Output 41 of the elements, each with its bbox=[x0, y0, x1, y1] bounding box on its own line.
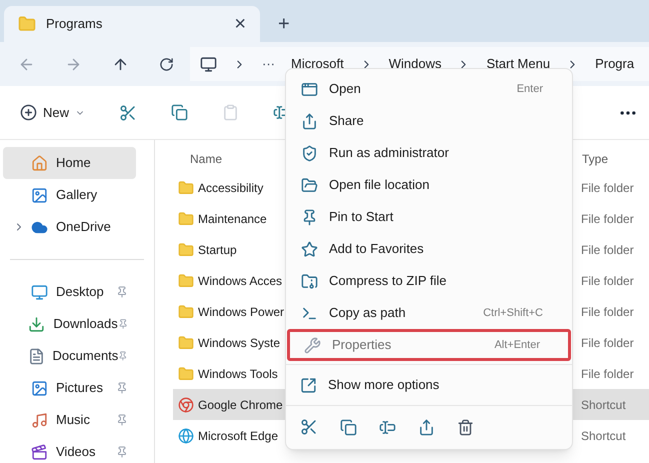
menu-label: Open bbox=[329, 80, 361, 98]
menu-label: Properties bbox=[332, 336, 392, 354]
file-type: File folder bbox=[581, 210, 634, 228]
file-name: Windows Syste bbox=[198, 336, 280, 350]
sidebar-label: Music bbox=[56, 411, 90, 430]
sidebar-label: Pictures bbox=[56, 379, 103, 398]
sidebar-label: Downloads bbox=[53, 315, 118, 334]
sidebar-label: Home bbox=[56, 154, 91, 172]
sidebar-label: Desktop bbox=[56, 283, 104, 302]
menu-label: Show more options bbox=[328, 376, 440, 394]
menu-label: Run as administrator bbox=[329, 144, 449, 162]
tab-title: Programs bbox=[46, 15, 102, 34]
file-name: Windows Acces bbox=[198, 274, 282, 288]
file-type: File folder bbox=[581, 304, 634, 320]
file-type: File folder bbox=[581, 272, 634, 290]
shortcut-label: Enter bbox=[516, 82, 543, 97]
file-name: Windows Tools bbox=[198, 366, 278, 380]
file-type: File folder bbox=[581, 334, 634, 352]
file-type: File folder bbox=[581, 366, 634, 382]
shortcut-label: Alt+Enter bbox=[494, 338, 540, 353]
menu-label: Pin to Start bbox=[329, 208, 394, 226]
file-name: Windows Power bbox=[198, 304, 284, 318]
file-name: Accessibility bbox=[198, 180, 264, 194]
sidebar-label: Documents bbox=[52, 347, 118, 366]
menu-label: Compress to ZIP file bbox=[329, 272, 447, 290]
file-type: File folder bbox=[581, 242, 634, 258]
menu-label: Open file location bbox=[329, 176, 430, 194]
menu-label: Copy as path bbox=[329, 304, 406, 322]
file-name: Maintenance bbox=[198, 212, 267, 226]
sidebar-label: Gallery bbox=[56, 186, 98, 204]
shortcut-label: Ctrl+Shift+C bbox=[483, 306, 543, 321]
menu-label: Add to Favorites bbox=[329, 240, 424, 258]
menu-label: Share bbox=[329, 112, 364, 130]
file-name: Google Chrome bbox=[198, 398, 283, 412]
file-type: Shortcut bbox=[581, 396, 626, 414]
file-type: Shortcut bbox=[581, 428, 626, 444]
sidebar-label: Videos bbox=[56, 443, 96, 462]
file-name: Microsoft Edge bbox=[198, 428, 278, 442]
file-name: Startup bbox=[198, 242, 237, 256]
file-type: File folder bbox=[581, 180, 634, 196]
sidebar-label: OneDrive bbox=[56, 218, 111, 236]
